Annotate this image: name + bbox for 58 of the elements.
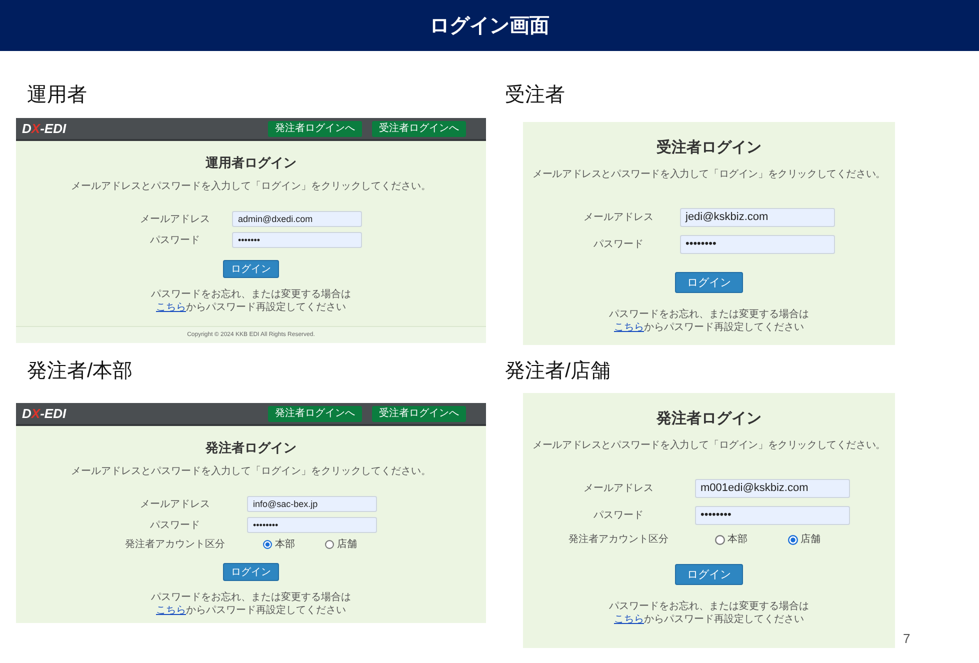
radio-label: 店舗 bbox=[337, 538, 357, 551]
password-help-text: パスワードをお忘れ、または変更する場合は こちらからパスワード再設定してください bbox=[151, 591, 351, 617]
field-label: パスワード bbox=[594, 509, 644, 522]
field-label: パスワード bbox=[150, 234, 200, 246]
form-title: 発注者ログイン bbox=[206, 439, 296, 457]
section-label: 発注者/店舗 bbox=[505, 359, 611, 384]
reset-link[interactable]: こちら bbox=[156, 605, 186, 616]
reset-link[interactable]: こちら bbox=[614, 614, 644, 625]
input-field[interactable]: jedi@kskbiz.com bbox=[680, 208, 834, 227]
login-button[interactable]: ログイン bbox=[223, 563, 279, 581]
field-label: パスワード bbox=[594, 238, 644, 251]
nav-button[interactable]: 受注者ログインへ bbox=[372, 406, 466, 422]
nav-button[interactable]: 発注者ログインへ bbox=[268, 120, 362, 136]
section-label: 受注者 bbox=[505, 83, 565, 108]
field-label: メールアドレス bbox=[584, 482, 654, 495]
login-button[interactable]: ログイン bbox=[675, 564, 743, 585]
instruction-text: メールアドレスとパスワードを入力して「ログイン」をクリックしてください。 bbox=[532, 439, 886, 453]
nav-button[interactable]: 発注者ログインへ bbox=[268, 406, 362, 422]
field-label: メールアドレス bbox=[140, 212, 210, 226]
logo: DX-EDI bbox=[22, 120, 66, 136]
form-title: 受注者ログイン bbox=[656, 138, 762, 158]
field-label: 発注者アカウント区分 bbox=[125, 538, 225, 551]
instruction-text: メールアドレスとパスワードを入力して「ログイン」をクリックしてください。 bbox=[532, 168, 886, 182]
form-title: 運用者ログイン bbox=[206, 154, 296, 172]
login-button[interactable]: ログイン bbox=[675, 272, 743, 293]
input-field[interactable]: m001edi@kskbiz.com bbox=[694, 479, 850, 498]
field-label: 発注者アカウント区分 bbox=[568, 533, 668, 546]
login-button[interactable]: ログイン bbox=[223, 260, 279, 278]
password-help-text: パスワードをお忘れ、または変更する場合は こちらからパスワード再設定してください bbox=[609, 308, 809, 334]
radio-button[interactable] bbox=[788, 534, 798, 544]
radio-button[interactable] bbox=[325, 540, 334, 549]
nav-button[interactable]: 受注者ログインへ bbox=[372, 120, 466, 136]
input-field[interactable]: •••••••• bbox=[694, 506, 850, 525]
input-field[interactable]: info@sac-bex.jp bbox=[247, 496, 377, 512]
radio-label: 店舗 bbox=[800, 533, 820, 546]
password-help-text: パスワードをお忘れ、または変更する場合は こちらからパスワード再設定してください bbox=[609, 600, 809, 626]
input-field[interactable]: admin@dxedi.com bbox=[232, 211, 362, 227]
reset-link[interactable]: こちら bbox=[156, 302, 186, 313]
input-field[interactable]: •••••••• bbox=[247, 517, 377, 533]
field-label: メールアドレス bbox=[140, 498, 210, 510]
input-field[interactable]: ••••••• bbox=[232, 232, 362, 248]
field-label: パスワード bbox=[150, 518, 200, 532]
instruction-text: メールアドレスとパスワードを入力して「ログイン」をクリックしてください。 bbox=[71, 180, 431, 194]
logo: DX-EDI bbox=[22, 406, 66, 422]
radio-label: 本部 bbox=[275, 538, 295, 551]
radio-button[interactable] bbox=[263, 540, 272, 549]
input-field[interactable]: •••••••• bbox=[680, 235, 834, 254]
slide-title: ログイン画面 bbox=[430, 14, 550, 38]
password-help-text: パスワードをお忘れ、または変更する場合は こちらからパスワード再設定してください bbox=[151, 288, 351, 314]
section-label: 運用者 bbox=[27, 83, 87, 108]
reset-link[interactable]: こちら bbox=[614, 322, 644, 333]
section-label: 発注者/本部 bbox=[27, 359, 133, 384]
radio-label: 本部 bbox=[728, 533, 748, 546]
form-title: 発注者ログイン bbox=[656, 409, 762, 429]
instruction-text: メールアドレスとパスワードを入力して「ログイン」をクリックしてください。 bbox=[71, 465, 431, 479]
field-label: メールアドレス bbox=[584, 211, 654, 224]
radio-button[interactable] bbox=[714, 534, 724, 544]
page-number: 7 bbox=[903, 631, 910, 646]
